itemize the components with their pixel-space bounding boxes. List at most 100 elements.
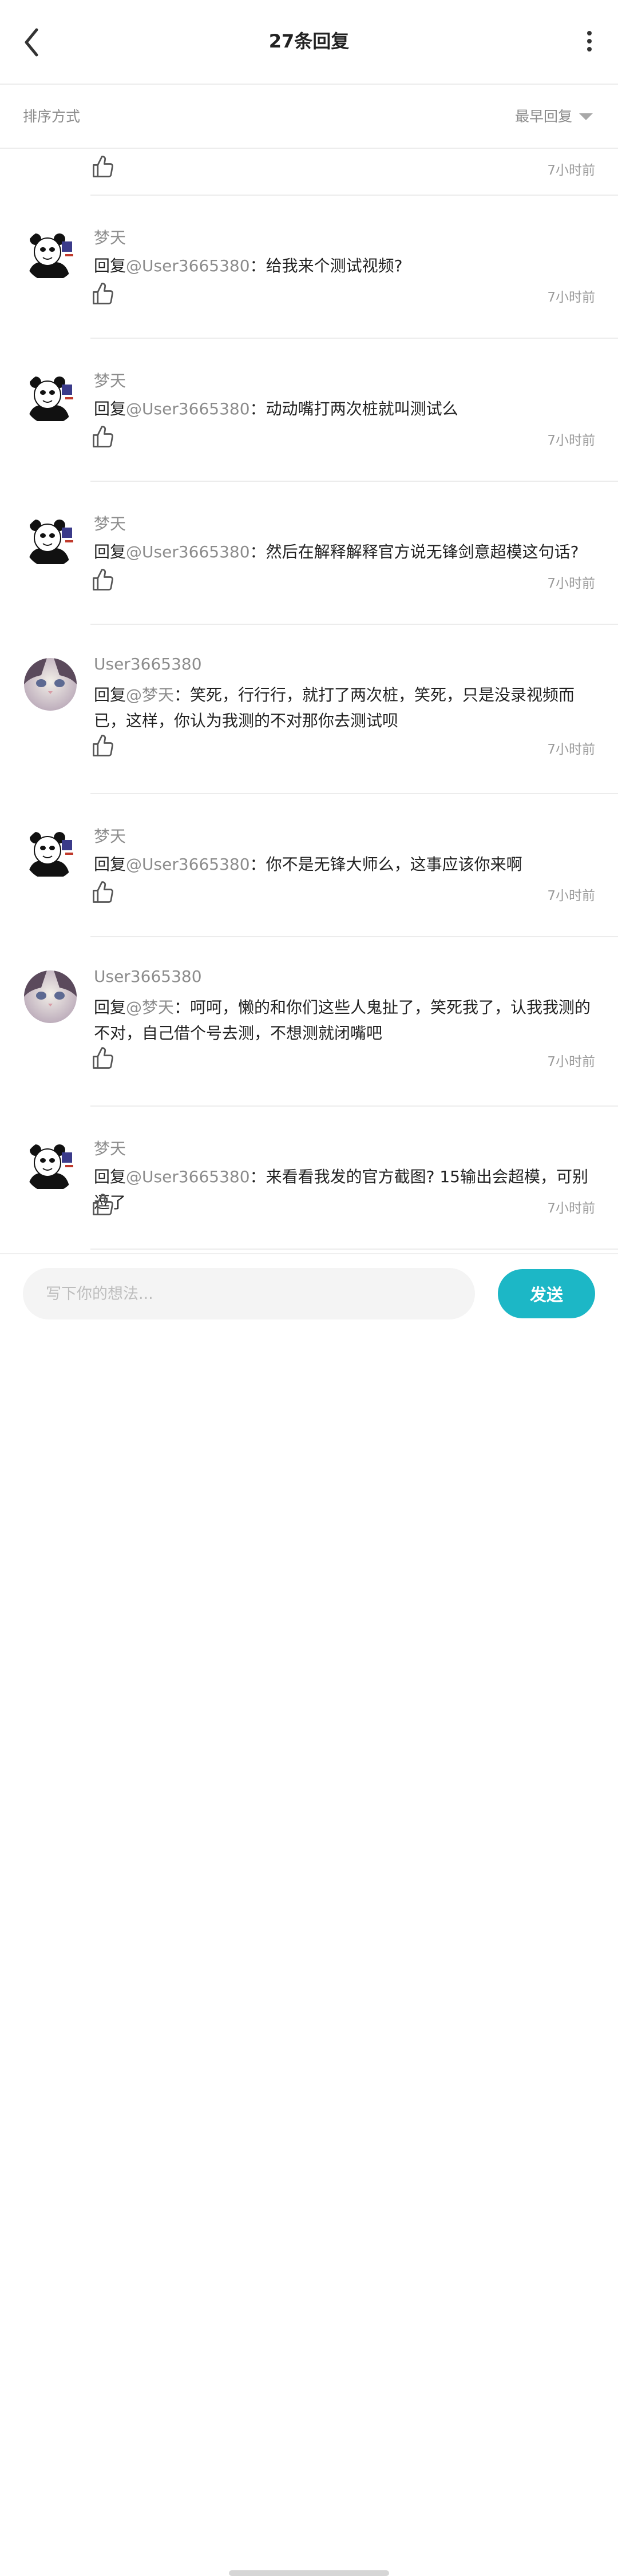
- comment-text: 回复@User3665380：然后在解释解释官方说无锋剑意超模这句话?: [94, 539, 597, 565]
- cat-avatar-icon: [24, 970, 77, 1023]
- thumbs-up-icon: [93, 1194, 113, 1215]
- username[interactable]: 梦天: [94, 1136, 126, 1159]
- reply-prefix: 回复: [94, 685, 126, 704]
- username[interactable]: 梦天: [94, 512, 126, 534]
- sort-dropdown[interactable]: 最早回复: [515, 105, 593, 126]
- panda-avatar-icon: [24, 515, 77, 568]
- comment-body: 动动嘴打两次桩就叫测试么: [266, 399, 458, 418]
- comment-list[interactable]: 7小时前 梦天 回复@User3665380：给我来个测试视频? 7小时前 梦天回…: [0, 149, 618, 1253]
- sort-value: 最早回复: [514, 108, 572, 125]
- more-options-button[interactable]: [572, 27, 607, 56]
- timestamp: 7小时前: [547, 889, 595, 903]
- panda-avatar-icon: [24, 372, 77, 425]
- comment-text: 回复@梦天：笑死，行行行，就打了两次桩，笑死，只是没录视频而已，这样，你认为我测…: [94, 682, 597, 734]
- separator: ：: [249, 256, 266, 275]
- comment-item[interactable]: User3665380 回复@梦天：笑死，行行行，就打了两次桩，笑死，只是没录视频…: [0, 625, 618, 794]
- comment-item[interactable]: 梦天回复@User3665380：然后在解释解释官方说无锋剑意超模这句话? 7小…: [0, 482, 618, 625]
- comment-item[interactable]: User3665380 回复@梦天：呵呵，懒的和你们这些人鬼扯了，笑死我了，认我我…: [0, 937, 618, 1107]
- comment-body: 你不是无锋大师么，这事应该你来啊: [266, 855, 522, 874]
- home-indicator: [229, 2570, 389, 2576]
- avatar[interactable]: [24, 372, 77, 425]
- triangle-down-icon: [579, 113, 593, 120]
- comment-text: 回复@User3665380：动动嘴打两次桩就叫测试么: [94, 396, 597, 422]
- avatar[interactable]: [24, 515, 77, 568]
- comment-body: 给我来个测试视频?: [266, 256, 403, 275]
- reply-prefix: 回复: [94, 256, 126, 275]
- like-button[interactable]: [90, 425, 116, 450]
- reply-prefix: 回复: [94, 855, 126, 874]
- like-button[interactable]: [90, 880, 116, 905]
- thumbs-up-icon: [93, 881, 113, 903]
- like-button[interactable]: [90, 282, 116, 307]
- avatar[interactable]: [24, 658, 77, 711]
- list-item: 7小时前: [0, 149, 618, 196]
- mention-link[interactable]: @User3665380: [126, 542, 250, 561]
- thumbs-up-icon: [93, 1047, 113, 1069]
- separator: ：: [174, 685, 191, 704]
- comment-text: 回复@User3665380：来看看我发的官方截图? 15输出会超模，可别逗了: [94, 1164, 597, 1215]
- like-button[interactable]: [90, 154, 116, 180]
- thumbs-up-icon: [93, 283, 113, 304]
- reply-prefix: 回复: [94, 998, 126, 1017]
- top-bar: 27条回复: [0, 0, 618, 85]
- timestamp: 7小时前: [547, 163, 595, 178]
- comment-text: 回复@User3665380：给我来个测试视频?: [94, 253, 597, 279]
- avatar[interactable]: [24, 1140, 77, 1192]
- reply-prefix: 回复: [94, 1167, 126, 1186]
- thumbs-up-icon: [93, 735, 113, 756]
- mention-link[interactable]: @梦天: [126, 685, 174, 704]
- username[interactable]: User3665380: [94, 655, 202, 673]
- comment-text: 回复@User3665380：你不是无锋大师么，这事应该你来啊: [94, 851, 597, 877]
- like-button[interactable]: [90, 568, 116, 593]
- comment-input[interactable]: [23, 1268, 475, 1319]
- page-title: 27条回复: [268, 30, 350, 52]
- timestamp: 7小时前: [547, 576, 595, 591]
- panda-avatar-icon: [24, 229, 77, 282]
- mention-link[interactable]: @User3665380: [126, 855, 250, 874]
- divider: [90, 1249, 618, 1250]
- separator: ：: [249, 399, 266, 418]
- thumbs-up-icon: [93, 156, 113, 177]
- username[interactable]: 梦天: [94, 824, 126, 847]
- send-button[interactable]: 发送: [498, 1269, 595, 1318]
- comment-item[interactable]: 梦天回复@User3665380：动动嘴打两次桩就叫测试么 7小时前: [0, 339, 618, 482]
- avatar[interactable]: [24, 827, 77, 880]
- sort-label: 排序方式: [23, 108, 81, 125]
- reply-prefix: 回复: [94, 542, 126, 561]
- like-button[interactable]: [90, 1192, 116, 1218]
- timestamp: 7小时前: [547, 742, 595, 757]
- mention-link[interactable]: @User3665380: [126, 256, 250, 275]
- avatar[interactable]: [24, 970, 77, 1023]
- timestamp: 7小时前: [547, 1055, 595, 1069]
- panda-avatar-icon: [24, 1140, 77, 1192]
- avatar[interactable]: [24, 229, 77, 282]
- timestamp: 7小时前: [547, 1201, 595, 1216]
- comment-item[interactable]: 梦天回复@User3665380：你不是无锋大师么，这事应该你来啊 7小时前: [0, 794, 618, 937]
- like-button[interactable]: [90, 1046, 116, 1071]
- mention-link[interactable]: @梦天: [126, 998, 174, 1017]
- more-vertical-icon: [587, 31, 592, 51]
- mention-link[interactable]: @User3665380: [126, 1167, 250, 1186]
- panda-avatar-icon: [24, 827, 77, 880]
- cat-avatar-icon: [24, 658, 77, 711]
- separator: ：: [249, 542, 266, 561]
- username[interactable]: 梦天: [94, 368, 126, 391]
- comment-body: 然后在解释解释官方说无锋剑意超模这句话?: [266, 542, 579, 561]
- mention-link[interactable]: @User3665380: [126, 399, 250, 418]
- thumbs-up-icon: [93, 426, 113, 447]
- timestamp: 7小时前: [547, 433, 595, 448]
- separator: ：: [249, 855, 266, 874]
- username[interactable]: 梦天: [94, 225, 126, 248]
- separator: ：: [174, 998, 191, 1017]
- separator: ：: [249, 1167, 266, 1186]
- comment-item[interactable]: 梦天回复@User3665380：给我来个测试视频? 7小时前: [0, 196, 618, 339]
- comment-item[interactable]: 梦天回复@User3665380：来看看我发的官方截图? 15输出会超模，可别逗…: [0, 1107, 618, 1250]
- username[interactable]: User3665380: [94, 967, 202, 986]
- reply-prefix: 回复: [94, 399, 126, 418]
- thumbs-up-icon: [93, 569, 113, 591]
- comment-text: 回复@梦天：呵呵，懒的和你们这些人鬼扯了，笑死我了，认我我测的不对，自己借个号去…: [94, 994, 597, 1046]
- comment-bar: 发送: [0, 1253, 618, 2576]
- timestamp: 7小时前: [547, 290, 595, 305]
- sort-bar: 排序方式 最早回复: [0, 85, 618, 149]
- like-button[interactable]: [90, 734, 116, 759]
